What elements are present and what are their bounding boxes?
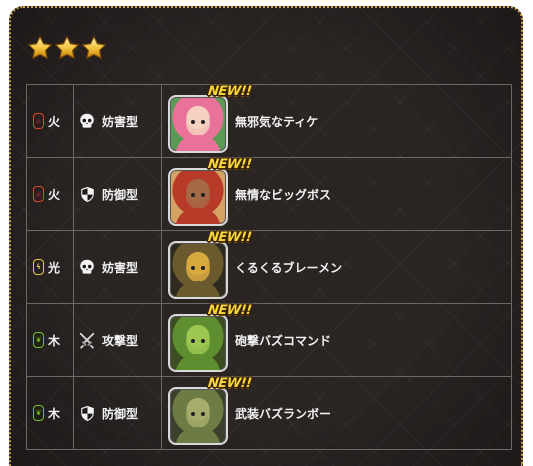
shield-icon	[78, 404, 96, 422]
element-label: 木	[48, 406, 61, 421]
unit-row: ❦ 木攻撃型 NEW!! 砲撃バズコマンド	[26, 303, 512, 377]
fire-element-icon: ♨	[33, 186, 44, 202]
element-cell: ♨ 火	[26, 84, 74, 158]
unit-cell: NEW!! 無邪気なティケ	[161, 84, 512, 158]
light-element-icon: ϟ	[33, 259, 44, 275]
role-label: 防御型	[102, 406, 139, 421]
unit-cell: NEW!! 無情なビッグボス	[161, 157, 512, 231]
wood-element-icon: ❦	[33, 332, 44, 348]
new-badge: NEW!!	[207, 376, 253, 391]
unit-row: ♨ 火妨害型 NEW!! 無邪気なティケ	[26, 84, 512, 158]
unit-portrait[interactable]: NEW!!	[168, 303, 252, 374]
unit-row: ♨ 火防御型 NEW!! 無情なビッグボス	[26, 157, 512, 231]
unit-name[interactable]: 無情なビッグボス	[235, 186, 331, 203]
star-icon	[55, 36, 79, 59]
unit-cell: NEW!! 武装バズランボー	[161, 376, 512, 450]
unit-row: ϟ 光 妨害型 NEW!! くるくるブレーメン	[26, 230, 512, 304]
skull-icon	[78, 112, 96, 130]
role-cell: 攻撃型	[73, 303, 162, 377]
unit-name[interactable]: 砲撃バズコマンド	[235, 332, 331, 349]
element-cell: ♨ 火	[26, 157, 74, 231]
unit-list-panel: ♨ 火妨害型 NEW!! 無邪気なティケ ♨ 火防御型 NEW!! 無情なビッグボス ϟ 光妨害型…	[9, 6, 523, 466]
role-cell: 妨害型	[73, 84, 162, 158]
swords-icon	[78, 331, 96, 349]
element-cell: ❦ 木	[26, 303, 74, 377]
star-icon	[28, 36, 52, 59]
role-cell: 妨害型	[73, 230, 162, 304]
unit-cell: NEW!! くるくるブレーメン	[161, 230, 512, 304]
element-label: 木	[48, 333, 61, 348]
role-cell: 防御型	[73, 376, 162, 450]
new-badge: NEW!!	[207, 303, 253, 318]
unit-cell: NEW!! 砲撃バズコマンド	[161, 303, 512, 377]
rarity-stars	[27, 35, 107, 61]
star-icon	[82, 36, 106, 59]
element-cell: ❦ 木	[26, 376, 74, 450]
unit-portrait[interactable]: NEW!!	[168, 157, 252, 228]
unit-portrait[interactable]: NEW!!	[168, 230, 252, 301]
element-label: 火	[48, 187, 61, 202]
unit-row: ❦ 木防御型 NEW!! 武装バズランボー	[26, 376, 512, 450]
role-cell: 防御型	[73, 157, 162, 231]
element-cell: ϟ光	[26, 230, 74, 304]
role-label: 妨害型	[102, 114, 139, 129]
unit-name[interactable]: 無邪気なティケ	[235, 113, 318, 130]
new-badge: NEW!!	[207, 157, 253, 172]
role-label: 攻撃型	[102, 333, 139, 348]
fire-element-icon: ♨	[33, 113, 44, 129]
new-badge: NEW!!	[207, 230, 253, 245]
wood-element-icon: ❦	[33, 405, 44, 421]
unit-name[interactable]: くるくるブレーメン	[235, 259, 342, 276]
unit-table: ♨ 火妨害型 NEW!! 無邪気なティケ ♨ 火防御型 NEW!! 無情なビッグボス ϟ 光妨害型…	[26, 84, 512, 450]
role-label: 妨害型	[102, 260, 139, 275]
unit-portrait[interactable]: NEW!!	[168, 376, 252, 447]
role-label: 防御型	[102, 187, 139, 202]
unit-portrait[interactable]: NEW!!	[168, 84, 252, 155]
skull-icon	[78, 258, 96, 276]
unit-name[interactable]: 武装バズランボー	[235, 405, 331, 422]
new-badge: NEW!!	[207, 84, 253, 99]
element-label: 火	[48, 114, 61, 129]
shield-icon	[78, 185, 96, 203]
element-label: 光	[48, 260, 61, 275]
